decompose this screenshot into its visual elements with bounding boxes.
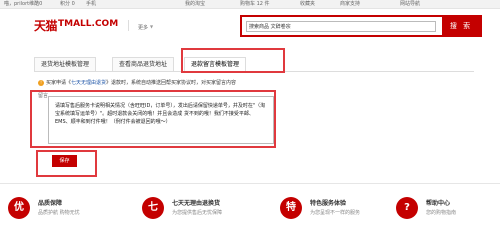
warning-icon: ! xyxy=(38,79,44,86)
service-title: 特色服务体验 xyxy=(310,200,347,207)
special-badge-icon: 特 xyxy=(280,197,302,219)
tmall-logo-en[interactable]: TMALL.COM xyxy=(58,19,118,29)
highlight-box-textarea xyxy=(30,90,276,148)
tab-return-address-template[interactable]: 退货地址模板管理 xyxy=(34,57,97,71)
seller-center-link[interactable]: 商家支持 xyxy=(340,0,360,9)
username-link[interactable]: prilort维酷0 xyxy=(14,0,42,9)
tab-view-return-address[interactable]: 查看商品退货地址 xyxy=(112,57,175,71)
service-desc: 您的购物指南 xyxy=(426,210,457,216)
site-nav-link[interactable]: 网站导航 xyxy=(400,0,420,9)
help-icon: ? xyxy=(396,197,418,219)
quality-badge-icon: 优 xyxy=(8,197,30,219)
search-button[interactable]: 搜 索 xyxy=(442,17,480,35)
greeting-text: 喵， xyxy=(4,1,15,7)
highlight-box-tab xyxy=(181,48,285,73)
highlight-box-save xyxy=(36,150,97,177)
points-link[interactable]: 积分 0 xyxy=(60,0,75,9)
more-link[interactable]: 更多 xyxy=(138,24,148,31)
tmall-logo-cn[interactable]: 天猫 xyxy=(34,17,58,34)
cart-link[interactable]: 购物车 12 件 xyxy=(240,0,270,9)
service-title: 帮助中心 xyxy=(426,200,451,207)
service-title: 七天无理由退换货 xyxy=(172,200,221,207)
services-divider xyxy=(0,183,500,184)
mobile-link[interactable]: 手机 xyxy=(86,0,96,9)
chevron-down-icon: ▼ xyxy=(150,24,154,29)
service-desc: 品质护航 购物无忧 xyxy=(38,210,80,216)
service-title: 品质保障 xyxy=(38,200,63,207)
favorites-link[interactable]: 收藏夹 xyxy=(300,0,315,9)
seven-day-badge-icon: 七 xyxy=(142,197,164,219)
search-bar: 搜索商品 文辞卷宗 搜 索 xyxy=(240,15,482,37)
service-desc: 为您提供售后无忧保障 xyxy=(172,210,223,216)
my-taobao-link[interactable]: 我的淘宝 xyxy=(185,0,205,9)
service-desc: 为您呈现不一样的服务 xyxy=(310,210,361,216)
header-divider xyxy=(128,20,129,31)
seven-day-return-link[interactable]: 七天无理由退货 xyxy=(71,80,106,86)
notice-text: ! 买家申请《七天无理由退货》退款时，系统自动推送回帮买家协议时，对买家留言内容 xyxy=(38,79,236,86)
search-input[interactable]: 搜索商品 文辞卷宗 xyxy=(246,21,436,32)
top-utility-bar: 喵， prilort维酷0 积分 0 手机 我的淘宝 购物车 12 件 收藏夹 … xyxy=(0,0,500,9)
